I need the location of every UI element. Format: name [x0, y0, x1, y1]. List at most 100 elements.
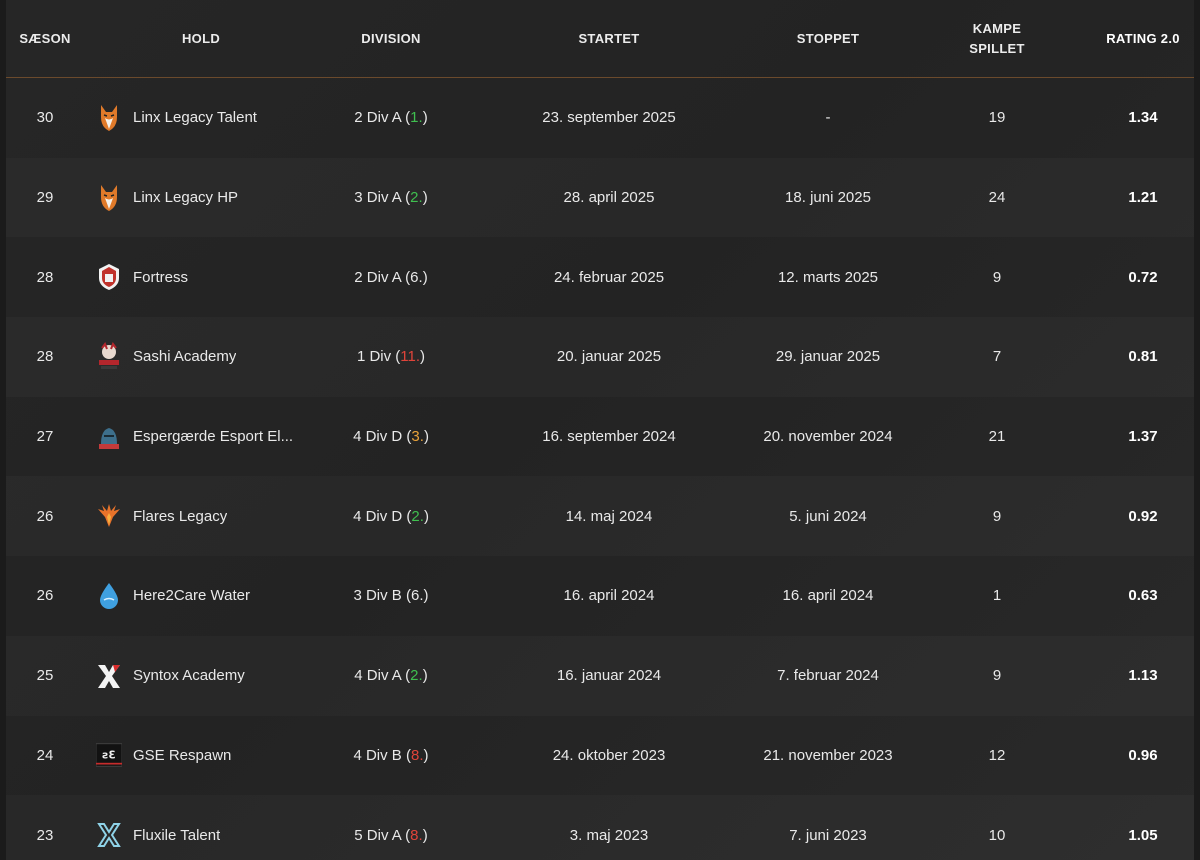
division-cell: 2 Div A (1.) [354, 109, 428, 127]
season-cell: 28 [36, 348, 54, 366]
division-name: 1 Div [356, 348, 392, 366]
stopped-cell: 20. november 2024 [763, 428, 893, 446]
games-played-cell: 1 [992, 587, 1002, 605]
rating-cell: 0.96 [1128, 746, 1158, 764]
team-cell[interactable]: Syntox Academy [84, 661, 318, 691]
season-cell: 27 [36, 428, 54, 446]
fox-logo-icon [96, 103, 122, 133]
rating-cell: 1.37 [1128, 428, 1158, 446]
division-cell: 3 Div B (6.) [353, 587, 429, 605]
team-cell[interactable]: Linx Legacy Talent [84, 103, 318, 133]
header-stopped[interactable]: STOPPET [754, 29, 902, 49]
started-cell: 28. april 2025 [563, 189, 655, 207]
division-placement: 6. [411, 587, 424, 605]
team-name-link[interactable]: Here2Care Water [133, 587, 250, 604]
division-placement: 2. [411, 507, 424, 525]
rating-cell: 1.05 [1128, 826, 1158, 844]
table-row: 25 Syntox Academy 4 Div A (2.) 16. januar 2… [6, 636, 1194, 716]
division-placement: 1. [410, 109, 423, 127]
team-name-link[interactable]: Fortress [133, 269, 188, 286]
division-placement: 8. [411, 746, 424, 764]
division-cell: 1 Div (11.) [356, 348, 426, 366]
stopped-cell: - [825, 109, 831, 127]
table-row: 28 Sashi Academy 1 Div (11.) 20. januar 202… [6, 317, 1194, 397]
division-name: 3 Div A [354, 189, 401, 207]
season-cell: 25 [36, 667, 54, 685]
phoenix-logo-icon [96, 501, 122, 531]
water-drop-logo-icon [96, 581, 122, 611]
team-cell[interactable]: Sashi Academy [84, 341, 318, 372]
started-cell: 16. januar 2024 [556, 667, 662, 685]
rating-cell: 1.13 [1128, 667, 1158, 685]
team-name-link[interactable]: Syntox Academy [133, 667, 245, 684]
started-cell: 20. januar 2025 [556, 348, 662, 366]
games-played-cell: 9 [992, 667, 1002, 685]
season-cell: 26 [36, 507, 54, 525]
stopped-cell: 5. juni 2024 [789, 507, 867, 525]
team-name-link[interactable]: Espergærde Esport El... [133, 428, 293, 445]
division-name: 3 Div B [353, 587, 402, 605]
stopped-cell: 7. juni 2023 [789, 826, 867, 844]
header-team[interactable]: HOLD [84, 29, 318, 49]
table-row: 27 Espergærde Esport El... 4 Div D (3.) 16.… [6, 397, 1194, 477]
header-division[interactable]: DIVISION [318, 29, 464, 49]
team-cell[interactable]: Linx Legacy HP [84, 183, 318, 213]
fox-logo-icon [96, 183, 122, 213]
rating-cell: 0.81 [1128, 348, 1158, 366]
stopped-cell: 18. juni 2025 [785, 189, 871, 207]
team-cell[interactable]: Here2Care Water [84, 581, 318, 611]
games-played-cell: 7 [992, 348, 1002, 366]
team-name-link[interactable]: Linx Legacy HP [133, 189, 238, 206]
division-cell: 5 Div A (8.) [354, 826, 428, 844]
division-name: 4 Div B [353, 746, 402, 764]
syntox-x-logo-icon [96, 661, 122, 691]
division-cell: 4 Div D (3.) [353, 428, 429, 446]
division-cell: 3 Div A (2.) [354, 189, 428, 207]
team-name-link[interactable]: Fluxile Talent [133, 827, 220, 844]
team-name-link[interactable]: Sashi Academy [133, 348, 236, 365]
division-cell: 2 Div A (6.) [354, 268, 428, 286]
header-rating[interactable]: RATING 2.0 [1092, 29, 1194, 49]
division-placement: 11. [400, 348, 421, 366]
team-name-link[interactable]: Linx Legacy Talent [133, 109, 257, 126]
rating-cell: 1.34 [1128, 109, 1158, 127]
season-cell: 30 [36, 109, 54, 127]
division-cell: 4 Div B (8.) [353, 746, 429, 764]
division-placement: 2. [410, 667, 423, 685]
games-played-cell: 21 [988, 428, 1006, 446]
team-cell[interactable]: Flares Legacy [84, 501, 318, 531]
table-row: 23 Fluxile Talent 5 Div A (8.) 3. maj 2023 7… [6, 795, 1194, 860]
division-name: 4 Div A [354, 667, 401, 685]
team-cell[interactable]: Espergærde Esport El... [84, 422, 318, 452]
started-cell: 3. maj 2023 [569, 826, 649, 844]
table-row: 26 Here2Care Water 3 Div B (6.) 16. april 2… [6, 556, 1194, 636]
header-games-played[interactable]: KAMPE SPILLET [902, 19, 1092, 59]
started-cell: 24. oktober 2023 [552, 746, 666, 764]
division-placement: 3. [411, 428, 424, 446]
games-played-cell: 24 [988, 189, 1006, 207]
header-started[interactable]: STARTET [464, 29, 754, 49]
stopped-cell: 7. februar 2024 [777, 667, 879, 685]
season-cell: 24 [36, 746, 54, 764]
division-name: 4 Div D [353, 428, 403, 446]
stopped-cell: 21. november 2023 [763, 746, 893, 764]
table-row: 24 ƨƐ GSE Respawn 4 Div B (8.) 24. oktober 2… [6, 716, 1194, 796]
team-cell[interactable]: Fortress [84, 262, 318, 292]
rating-cell: 0.72 [1128, 268, 1158, 286]
games-played-cell: 9 [992, 507, 1002, 525]
team-cell[interactable]: Fluxile Talent [84, 820, 318, 850]
header-season[interactable]: SÆSON [6, 29, 84, 49]
team-name-link[interactable]: Flares Legacy [133, 508, 227, 525]
table-row: 28 Fortress 2 Div A (6.) 24. februar 2025 12… [6, 237, 1194, 317]
started-cell: 14. maj 2024 [565, 507, 653, 525]
games-played-cell: 19 [988, 109, 1006, 127]
games-played-cell: 12 [988, 746, 1006, 764]
division-name: 2 Div A [354, 109, 401, 127]
rating-cell: 0.63 [1128, 587, 1158, 605]
season-cell: 23 [36, 826, 54, 844]
team-name-link[interactable]: GSE Respawn [133, 747, 231, 764]
team-cell[interactable]: ƨƐ GSE Respawn [84, 740, 318, 770]
season-cell: 29 [36, 189, 54, 207]
stopped-cell: 16. april 2024 [782, 587, 874, 605]
fortress-logo-icon [96, 262, 122, 292]
